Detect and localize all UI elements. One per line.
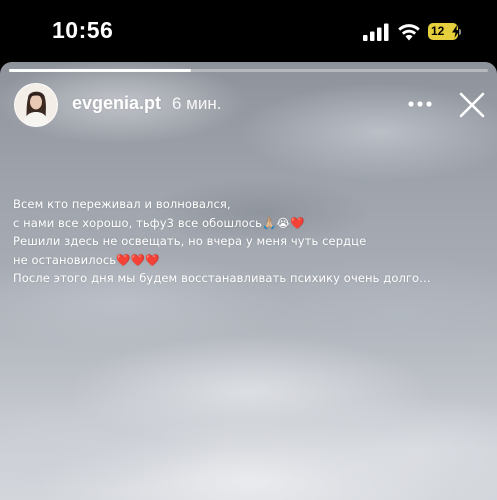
story-text-line: с нами все хорошо, тьфу3 все обошлось🙏🏼😭… xyxy=(13,215,305,230)
avatar[interactable] xyxy=(14,83,58,127)
story-progress-bar xyxy=(9,69,488,72)
story-username[interactable]: evgenia.pt xyxy=(72,93,161,114)
status-time: 10:56 xyxy=(52,17,114,43)
story-text-line: После этого дня мы будем восстанавливать… xyxy=(13,271,431,285)
instagram-story-screen: 10:56 12 evgenia.pt 6 мин. Всем кто пере… xyxy=(0,0,497,500)
status-bar: 10:56 12 xyxy=(0,0,497,62)
more-horizontal-icon[interactable] xyxy=(406,98,434,110)
battery-cap xyxy=(459,29,461,35)
story-text-line: Всем кто переживал и волновался, xyxy=(13,197,231,211)
story-viewer[interactable]: evgenia.pt 6 мин. Всем кто переживал и в… xyxy=(0,62,497,500)
avatar-photo-icon xyxy=(15,84,57,126)
close-icon[interactable] xyxy=(458,91,486,119)
story-timestamp: 6 мин. xyxy=(172,94,222,113)
story-text-line: Решили здесь не освещать, но вчера у мен… xyxy=(13,234,367,248)
story-text-overlay: Всем кто переживал и волновался, с нами … xyxy=(13,195,491,288)
story-progress-fill xyxy=(9,69,192,72)
wifi-icon xyxy=(398,24,420,41)
story-text-line: не остановилось❤️❤️❤️ xyxy=(13,252,160,267)
signal-bars-icon xyxy=(363,23,389,41)
battery-indicator: 12 xyxy=(428,23,462,41)
